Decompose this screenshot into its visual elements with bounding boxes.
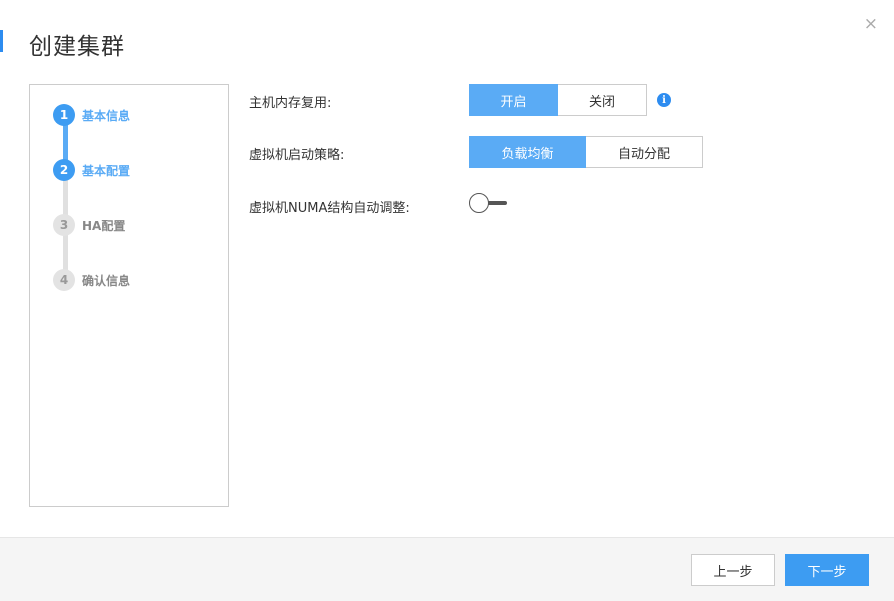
step-number: 3	[53, 214, 75, 236]
switch-knob	[469, 193, 489, 213]
step-basic-info[interactable]: 1 基本信息	[53, 104, 130, 126]
steps-panel: 1 基本信息 2 基本配置 3 HA配置 4 确认信息	[29, 84, 229, 507]
step-number: 2	[53, 159, 75, 181]
vm-boot-policy-toggle: 负载均衡 自动分配	[469, 136, 703, 168]
memory-reuse-label: 主机内存复用:	[249, 96, 332, 111]
memory-reuse-row: 主机内存复用:	[249, 92, 331, 111]
dialog-title: 创建集群	[29, 34, 125, 60]
step-number: 4	[53, 269, 75, 291]
step-number: 1	[53, 104, 75, 126]
vm-boot-policy-row: 虚拟机启动策略:	[249, 144, 344, 163]
step-basic-config[interactable]: 2 基本配置	[53, 159, 130, 181]
step-confirm-info[interactable]: 4 确认信息	[53, 269, 130, 291]
memory-reuse-off-button[interactable]: 关闭	[558, 84, 647, 116]
auto-assign-button[interactable]: 自动分配	[586, 136, 703, 168]
title-accent-bar	[0, 30, 3, 52]
dialog-footer: 上一步 下一步	[0, 537, 894, 601]
vm-boot-policy-label: 虚拟机启动策略:	[249, 148, 345, 163]
step-ha-config[interactable]: 3 HA配置	[53, 214, 125, 236]
step-label: 基本信息	[82, 108, 131, 123]
next-step-button[interactable]: 下一步	[785, 554, 869, 586]
prev-step-button[interactable]: 上一步	[691, 554, 775, 586]
step-label: 基本配置	[82, 163, 131, 178]
memory-reuse-on-button[interactable]: 开启	[469, 84, 558, 116]
numa-label: 虚拟机NUMA结构自动调整:	[249, 201, 410, 216]
load-balance-button[interactable]: 负载均衡	[469, 136, 586, 168]
numa-row: 虚拟机NUMA结构自动调整:	[249, 197, 410, 216]
close-icon[interactable]: ×	[864, 14, 878, 34]
memory-reuse-toggle: 开启 关闭	[469, 84, 647, 116]
numa-switch[interactable]	[469, 193, 509, 213]
step-label: 确认信息	[82, 273, 131, 288]
step-label: HA配置	[82, 218, 126, 233]
info-icon[interactable]: i	[657, 93, 671, 107]
